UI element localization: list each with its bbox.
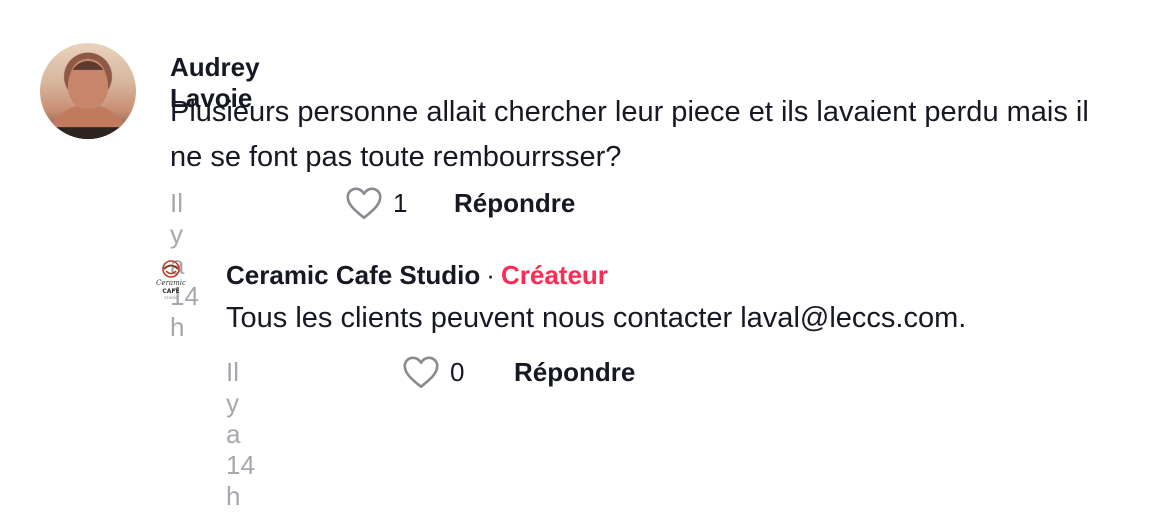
comment-text: Plusieurs personne allait chercher leur …	[170, 96, 1089, 173]
separator-dot: ·	[486, 260, 495, 290]
like-count: 1	[393, 187, 408, 218]
avatar[interactable]	[40, 43, 136, 139]
reply-author[interactable]: Ceramic Cafe Studio	[226, 260, 480, 290]
ceramic-cafe-logo[interactable]: Ceramic CAFÉ STUDIO	[153, 258, 189, 302]
heart-outline-icon	[403, 356, 439, 388]
svg-text:CAFÉ: CAFÉ	[162, 287, 179, 295]
svg-text:Ceramic: Ceramic	[156, 279, 186, 287]
reply-like-count: 0	[450, 356, 465, 387]
reply-timestamp: Il y a 14 h	[226, 357, 255, 511]
creator-badge: Créateur	[500, 260, 608, 290]
reply-author-line: Ceramic Cafe Studio · Créateur	[226, 260, 608, 291]
svg-text:STUDIO: STUDIO	[164, 296, 178, 300]
reply-text: Tous les clients peuvent nous contacter …	[226, 302, 967, 334]
reply-reply-button[interactable]: Répondre	[514, 357, 635, 388]
reply-like-button[interactable]: 0	[402, 355, 464, 389]
avatar-shoulders	[46, 105, 130, 139]
reply-button[interactable]: Répondre	[454, 188, 575, 219]
like-button[interactable]: 1	[345, 186, 407, 220]
heart-outline-icon	[346, 187, 382, 219]
avatar-face	[68, 61, 108, 109]
previous-comment-cut-off	[0, 0, 1150, 4]
